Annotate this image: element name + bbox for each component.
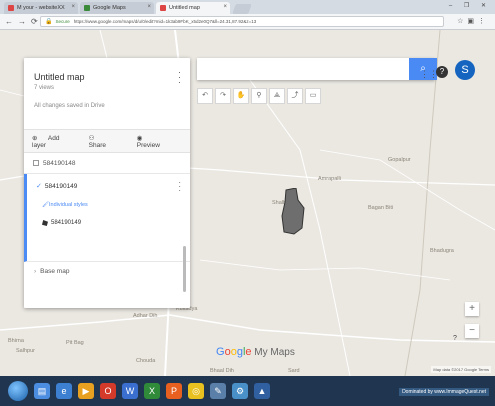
map-place-label: Salhpur — [16, 348, 35, 354]
map-options-icon[interactable]: · · · — [178, 68, 181, 87]
file-explorer-icon[interactable]: ▤ — [34, 383, 50, 399]
layer-item-1[interactable]: 584190148 — [24, 153, 190, 174]
panel-scrollbar[interactable] — [183, 246, 186, 292]
lock-icon: 🔒 — [45, 19, 53, 25]
hand-icon[interactable]: ✋ — [233, 88, 249, 104]
share-button[interactable]: ⚇ Share — [89, 134, 128, 149]
zoom-in-button[interactable]: + — [465, 302, 479, 316]
forward-icon[interactable]: → — [18, 17, 26, 26]
zoom-controls: + − — [465, 302, 479, 346]
powerpoint-icon[interactable]: P — [166, 383, 182, 399]
maps-icon — [84, 5, 90, 11]
map-place-label: Bagan Biti — [368, 205, 394, 211]
reload-icon[interactable]: ⟳ — [31, 17, 38, 26]
account-avatar[interactable]: S — [455, 60, 475, 80]
back-icon[interactable]: ← — [5, 17, 13, 26]
add-layer-icon: ⊕ — [32, 134, 38, 142]
layer-name: 584190148 — [43, 159, 76, 167]
map-header: Untitled map 7 views All changes saved i… — [24, 58, 190, 130]
map-place-label: Bhirna — [8, 338, 24, 344]
layer-item-2[interactable]: ✓ 584190149 · · · 🖌Individual styles 584190… — [24, 174, 190, 262]
save-status: All changes saved in Drive — [34, 103, 105, 109]
browser-tab-3[interactable]: Untitled map × — [156, 2, 230, 14]
browser-tab-1[interactable]: M your - websiteXX × — [4, 2, 78, 14]
map-attribution[interactable]: Map data ©2017 Google Terms — [431, 366, 491, 373]
address-bar[interactable]: 🔒 Secure https://www.google.com/maps/d/u… — [40, 16, 444, 27]
directions-icon[interactable]: ⤴ — [287, 88, 303, 104]
my-maps-icon — [160, 5, 166, 11]
media-player-icon[interactable]: ▶ — [78, 383, 94, 399]
browser-tab-bar: M your - websiteXX × Google Maps × Untitle… — [0, 0, 495, 14]
panel-actions: ⊕ Add layer ⚇ Share ◉ Preview — [24, 130, 190, 153]
redo-icon[interactable]: ↷ — [215, 88, 231, 104]
checkmark-icon[interactable]: ✓ — [36, 182, 42, 190]
extension-icons[interactable]: ☆▣⋮ — [457, 17, 489, 25]
browser-tab-2[interactable]: Google Maps × — [80, 2, 154, 14]
map-views-count: 7 views — [34, 85, 55, 91]
map-place-label: Sard — [288, 368, 300, 374]
map-place-label: Chouda — [136, 358, 156, 364]
base-map-toggle[interactable]: › Base map — [24, 262, 190, 280]
marker-icon[interactable]: ⚲ — [251, 88, 267, 104]
map-place-label: Adhar Dih — [133, 313, 158, 319]
layer-options-icon[interactable]: · · · — [178, 179, 181, 195]
ie-icon[interactable]: e — [56, 383, 72, 399]
map-layers-panel: Untitled map 7 views All changes saved i… — [24, 58, 190, 308]
draw-line-icon[interactable]: ⟁ — [269, 88, 285, 104]
feature-item[interactable]: 584190149 — [42, 220, 181, 226]
url-text: https://www.google.com/maps/d/u/0/edit?m… — [73, 19, 257, 24]
excel-icon[interactable]: X — [144, 383, 160, 399]
close-tab-icon[interactable]: × — [147, 4, 151, 10]
map-place-label: Pit Bag — [66, 340, 84, 346]
secure-label: Secure — [55, 19, 70, 24]
individual-styles-link[interactable]: 🖌Individual styles — [42, 202, 181, 208]
word-icon[interactable]: W — [122, 383, 138, 399]
ruler-icon[interactable]: ▭ — [305, 88, 321, 104]
app-icon[interactable]: ▲ — [254, 383, 270, 399]
address-toolbar: ← → ⟳ 🔒 Secure https://www.google.com/ma… — [0, 14, 495, 30]
chrome-icon[interactable]: ◎ — [188, 383, 204, 399]
tool-app-icon[interactable]: ⚙ — [232, 383, 248, 399]
paint-app-icon[interactable]: ✎ — [210, 383, 226, 399]
map-place-label: Bhadugra — [430, 248, 454, 254]
new-tab-button[interactable] — [232, 4, 252, 14]
chevron-right-icon: › — [34, 267, 37, 275]
share-icon: ⚇ — [88, 134, 95, 142]
windows-taskbar: ▤ e ▶ O W X P ◎ ✎ ⚙ ▲ Dominated by www.I… — [0, 376, 495, 406]
eye-icon: ◉ — [136, 134, 143, 142]
layer-checkbox[interactable] — [33, 160, 39, 166]
opera-icon[interactable]: O — [100, 383, 116, 399]
layer-name: 584190149 — [44, 182, 78, 190]
gmail-icon — [8, 5, 14, 11]
preview-button[interactable]: ◉ Preview — [137, 134, 181, 149]
close-tab-icon[interactable]: × — [71, 4, 75, 10]
map-title[interactable]: Untitled map — [34, 72, 180, 82]
help-button[interactable]: ? — [436, 66, 448, 78]
map-place-label: Gopalpur — [388, 157, 411, 163]
window-controls[interactable]: – ❐ ✕ — [449, 2, 491, 9]
drawn-polygon-shape[interactable] — [280, 188, 306, 236]
start-button[interactable] — [8, 381, 28, 401]
search-input[interactable] — [197, 58, 435, 80]
drawing-toolbar: ↶ ↷ ✋ ⚲ ⟁ ⤴ ▭ — [197, 88, 323, 104]
undo-icon[interactable]: ↶ — [197, 88, 213, 104]
map-place-label: Bhaal Dih — [210, 368, 234, 374]
system-tray-text: Dominated by www.ImmageQuest.net — [399, 388, 489, 396]
map-help-icon[interactable]: ? — [453, 335, 457, 342]
zoom-out-button[interactable]: − — [465, 324, 479, 338]
add-layer-button[interactable]: ⊕ Add layer — [32, 134, 80, 149]
polygon-icon — [42, 220, 48, 226]
close-tab-icon[interactable]: × — [223, 4, 227, 10]
map-place-label: Amrapalli — [318, 176, 341, 182]
paint-icon: 🖌 — [42, 202, 49, 208]
google-my-maps-logo: Google My Maps — [216, 346, 295, 358]
